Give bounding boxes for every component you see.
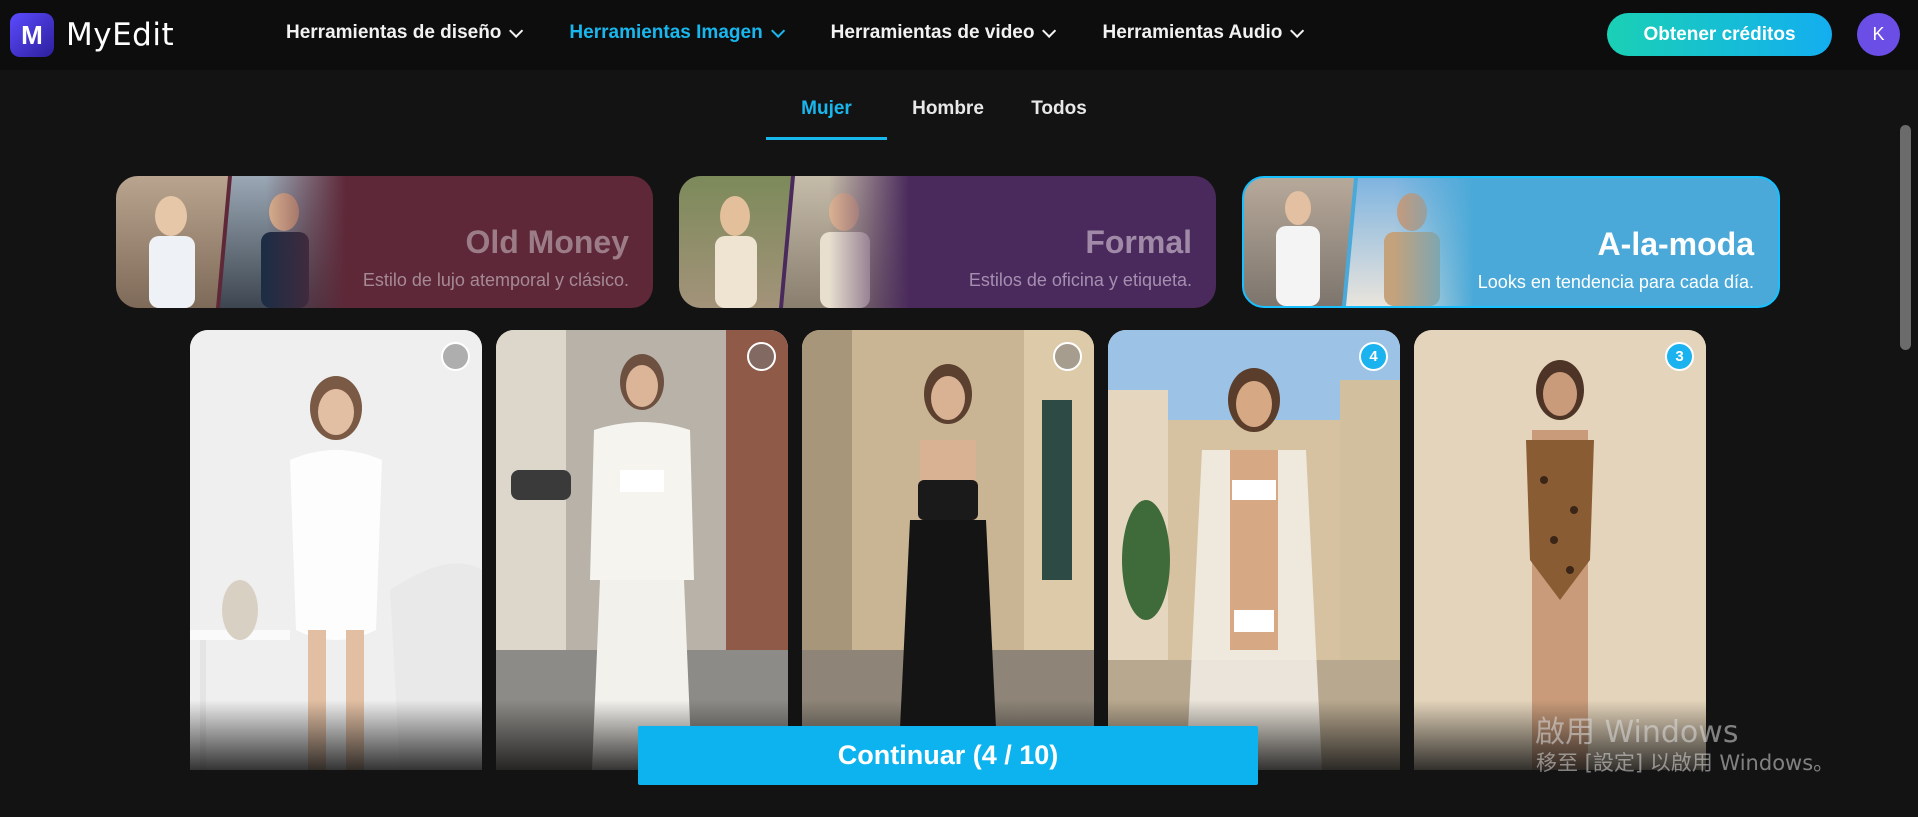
nav-label: Herramientas Imagen (569, 22, 763, 43)
windows-watermark-title: 啟用 Windows (1535, 715, 1739, 750)
nav-label: Herramientas Audio (1102, 22, 1283, 43)
nav-label: Herramientas de diseño (286, 22, 502, 43)
select-circle-icon[interactable] (747, 342, 776, 371)
chevron-down-icon (509, 23, 524, 38)
nav-label: Herramientas de video (830, 22, 1035, 43)
tab-hombre[interactable]: Hombre (887, 86, 1009, 140)
selection-order-badge[interactable]: 3 (1665, 342, 1694, 371)
style-description: Estilo de lujo atemporal y clásico. (362, 270, 629, 290)
card-fade-overlay (190, 700, 482, 770)
style-description: Looks en tendencia para cada día. (1477, 272, 1754, 292)
tab-todos[interactable]: Todos (1009, 86, 1109, 140)
nav-video-tools[interactable]: Herramientas de video (830, 22, 1057, 44)
selection-order-badge[interactable]: 4 (1359, 342, 1388, 371)
style-description: Estilos de oficina y etiqueta. (968, 270, 1192, 290)
top-navigation-bar: M MyEdit Herramientas de diseño Herramie… (0, 0, 1918, 70)
style-thumbnail-image (679, 176, 909, 308)
logo-icon: M (10, 13, 54, 57)
page-scrollbar[interactable] (1900, 125, 1911, 350)
style-title: Old Money (465, 224, 629, 260)
main-nav: Herramientas de diseño Herramientas Imag… (286, 22, 1350, 44)
style-card-a-la-moda[interactable]: A-la-moda Looks en tendencia para cada d… (1242, 176, 1780, 308)
get-credits-button[interactable]: Obtener créditos (1607, 13, 1832, 56)
model-card[interactable]: 4 (1108, 330, 1400, 770)
model-card[interactable] (802, 330, 1094, 770)
chevron-down-icon (770, 23, 785, 38)
continue-button[interactable]: Continuar (4 / 10) (638, 726, 1258, 785)
avatar[interactable]: K (1857, 13, 1900, 56)
logo[interactable]: M MyEdit (10, 13, 174, 57)
gender-tabs: Mujer Hombre Todos (766, 86, 1109, 140)
chevron-down-icon (1042, 23, 1057, 38)
model-card[interactable] (496, 330, 788, 770)
nav-image-tools[interactable]: Herramientas Imagen (569, 22, 785, 44)
style-thumbnail-image (1244, 178, 1474, 306)
style-card-formal[interactable]: Formal Estilos de oficina y etiqueta. (679, 176, 1216, 308)
model-card[interactable]: 3 (1414, 330, 1706, 770)
nav-design-tools[interactable]: Herramientas de diseño (286, 22, 524, 44)
model-card[interactable] (190, 330, 482, 770)
windows-watermark-subtitle: 移至 [設定] 以啟用 Windows。 (1536, 751, 1835, 775)
chevron-down-icon (1290, 23, 1305, 38)
app-name: MyEdit (66, 17, 175, 53)
style-title: A-la-moda (1597, 226, 1754, 262)
nav-audio-tools[interactable]: Herramientas Audio (1102, 22, 1305, 44)
style-title: Formal (1085, 224, 1192, 260)
tab-mujer[interactable]: Mujer (766, 86, 887, 140)
select-circle-icon[interactable] (441, 342, 470, 371)
style-thumbnail-image (116, 176, 346, 308)
select-circle-icon[interactable] (1053, 342, 1082, 371)
style-card-old-money[interactable]: Old Money Estilo de lujo atemporal y clá… (116, 176, 653, 308)
